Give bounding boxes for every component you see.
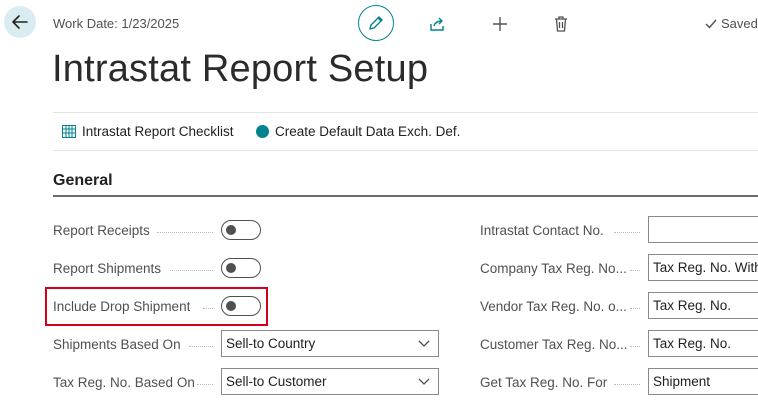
tax-reg-based-on-label: Tax Reg. No. Based On xyxy=(53,375,195,390)
field-leader-dots xyxy=(197,383,213,385)
saved-status: Saved xyxy=(704,16,758,31)
vendor-tax-reg-label: Vendor Tax Reg. No. o... xyxy=(480,299,627,314)
back-arrow-icon xyxy=(12,15,28,29)
shipments-based-on-select[interactable]: Sell-to Country xyxy=(221,330,439,357)
saved-label: Saved xyxy=(721,16,758,31)
edit-button[interactable] xyxy=(358,5,394,41)
customer-tax-reg-label: Customer Tax Reg. No... xyxy=(480,337,628,352)
company-tax-reg-input[interactable]: Tax Reg. No. With xyxy=(648,254,758,281)
field-leader-dots xyxy=(630,269,640,271)
section-divider xyxy=(53,195,758,197)
checklist-icon xyxy=(62,125,76,138)
share-button[interactable] xyxy=(419,6,455,42)
shipments-based-on-label: Shipments Based On xyxy=(53,337,181,352)
get-tax-reg-for-input[interactable]: Shipment xyxy=(648,368,758,395)
circle-icon xyxy=(256,125,269,138)
delete-button[interactable] xyxy=(543,6,579,42)
work-date[interactable]: Work Date: 1/23/2025 xyxy=(53,16,179,31)
toggle-knob xyxy=(226,263,236,273)
tax-reg-based-on-select[interactable]: Sell-to Customer xyxy=(221,368,439,395)
report-receipts-label: Report Receipts xyxy=(53,223,150,238)
tax-reg-based-on-value: Sell-to Customer xyxy=(226,374,327,389)
create-default-action-label: Create Default Data Exch. Def. xyxy=(275,124,461,139)
intrastat-contact-no-input[interactable] xyxy=(648,216,758,243)
field-leader-dots xyxy=(203,307,213,309)
create-default-data-exch-action[interactable]: Create Default Data Exch. Def. xyxy=(256,124,460,139)
report-shipments-label: Report Shipments xyxy=(53,261,162,276)
customer-tax-reg-input[interactable]: Tax Reg. No. xyxy=(648,330,758,357)
report-shipments-toggle[interactable] xyxy=(221,258,261,278)
field-leader-dots xyxy=(614,231,640,233)
actionbar-top-divider xyxy=(53,112,758,113)
company-tax-reg-label: Company Tax Reg. No... xyxy=(480,261,627,276)
field-leader-dots xyxy=(630,345,640,347)
check-icon xyxy=(705,19,717,29)
field-leader-dots xyxy=(614,383,640,385)
plus-icon xyxy=(493,17,507,31)
chevron-down-icon xyxy=(418,378,430,385)
share-icon xyxy=(430,17,444,31)
field-leader-dots xyxy=(170,269,213,271)
trash-icon xyxy=(555,16,567,32)
page-title: Intrastat Report Setup xyxy=(52,48,429,90)
toggle-knob xyxy=(226,301,236,311)
include-drop-shipment-toggle[interactable] xyxy=(221,296,261,316)
section-title-general[interactable]: General xyxy=(53,172,113,190)
vendor-tax-reg-input[interactable]: Tax Reg. No. xyxy=(648,292,758,319)
field-leader-dots xyxy=(630,307,640,309)
chevron-down-icon xyxy=(418,340,430,347)
report-receipts-toggle[interactable] xyxy=(221,220,261,240)
field-leader-dots xyxy=(189,345,213,347)
shipments-based-on-value: Sell-to Country xyxy=(226,336,316,351)
get-tax-reg-for-label: Get Tax Reg. No. For xyxy=(480,375,608,390)
actionbar-bottom-divider xyxy=(53,150,758,151)
intrastat-report-checklist-action[interactable]: Intrastat Report Checklist xyxy=(62,124,234,139)
pencil-icon xyxy=(369,16,383,30)
field-leader-dots xyxy=(157,231,213,233)
checklist-action-label: Intrastat Report Checklist xyxy=(82,124,234,139)
include-drop-shipment-label: Include Drop Shipment xyxy=(53,299,191,314)
intrastat-contact-no-label: Intrastat Contact No. xyxy=(480,223,604,238)
new-button[interactable] xyxy=(482,6,518,42)
toggle-knob xyxy=(226,225,236,235)
back-button[interactable] xyxy=(4,6,36,38)
